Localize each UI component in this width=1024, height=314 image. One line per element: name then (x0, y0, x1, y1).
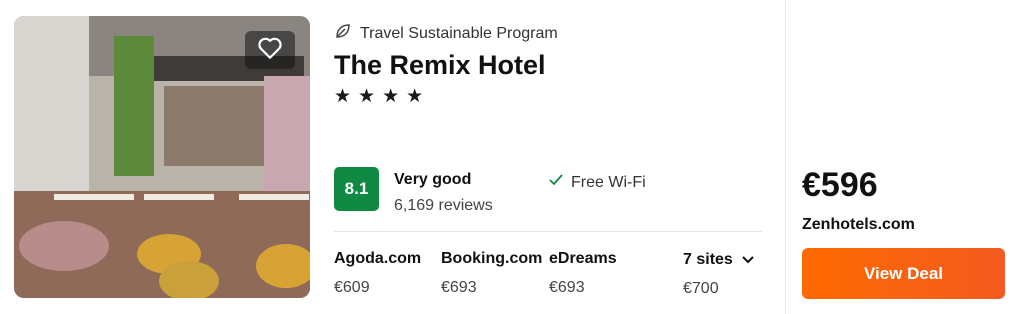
amenity-label: Free Wi-Fi (571, 173, 646, 191)
site-name: eDreams (549, 250, 617, 267)
rating-score-badge: 8.1 (334, 167, 379, 211)
star-icon: ★ (334, 86, 352, 107)
site-offer-agoda[interactable]: Agoda.com €609 (334, 250, 421, 297)
sustainability-badge: Travel Sustainable Program (334, 22, 558, 45)
deal-provider: Zenhotels.com (802, 216, 915, 233)
star-rating: ★ ★ ★ ★ (334, 86, 423, 108)
more-sites-price: €700 (683, 280, 719, 297)
view-deal-button[interactable]: View Deal (802, 248, 1005, 299)
more-sites-dropdown[interactable]: 7 sites €700 (683, 251, 754, 298)
site-price: €693 (549, 279, 585, 296)
check-icon (548, 173, 564, 192)
divider (785, 0, 786, 314)
rating-label: Very good (394, 171, 472, 188)
leaf-icon (334, 22, 352, 45)
chevron-down-icon (742, 251, 754, 269)
site-name: Agoda.com (334, 250, 422, 267)
sustainability-label: Travel Sustainable Program (360, 24, 558, 42)
star-icon: ★ (406, 86, 424, 107)
divider (334, 231, 762, 232)
hotel-result-card: Travel Sustainable Program The Remix Hot… (0, 0, 1024, 314)
site-price: €693 (441, 279, 477, 296)
site-offer-edreams[interactable]: eDreams €693 (549, 250, 617, 297)
site-price: €609 (334, 279, 370, 296)
heart-icon (257, 36, 283, 65)
favorite-button[interactable] (245, 31, 295, 69)
deal-price: €596 (802, 166, 878, 204)
amenity-wifi: Free Wi-Fi (548, 173, 646, 192)
review-count[interactable]: 6,169 reviews (394, 197, 493, 215)
site-offer-booking[interactable]: Booking.com €693 (441, 250, 542, 297)
star-icon: ★ (382, 86, 400, 107)
hotel-name[interactable]: The Remix Hotel (334, 50, 546, 81)
star-icon: ★ (358, 86, 376, 107)
site-name: Booking.com (441, 250, 543, 267)
more-sites-label: 7 sites (683, 251, 733, 268)
